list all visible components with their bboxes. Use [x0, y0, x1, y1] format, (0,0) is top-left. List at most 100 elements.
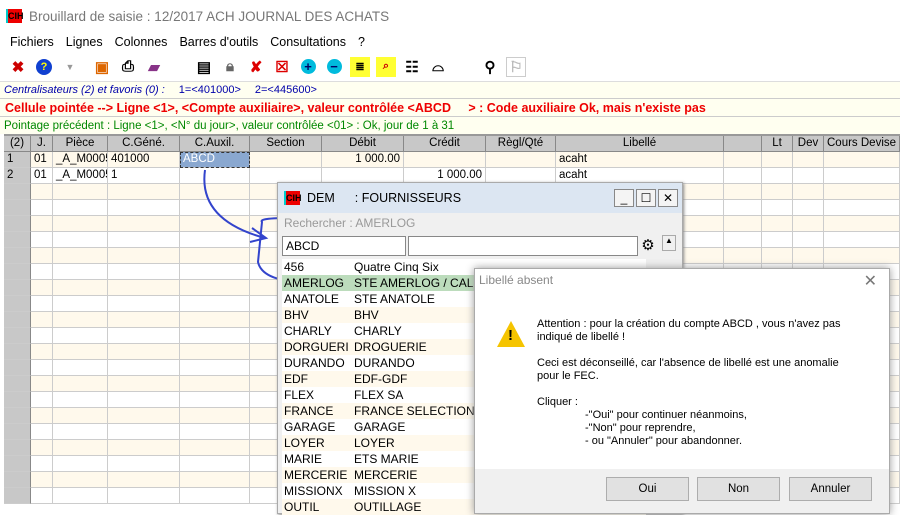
grid-cell[interactable] [53, 440, 108, 456]
lock-icon[interactable]: 🔒︎ [220, 57, 240, 77]
grid-cell[interactable]: 401000 [108, 152, 180, 168]
grid-cell[interactable] [180, 280, 250, 296]
grid-cell[interactable] [724, 232, 762, 248]
column-header[interactable]: Dev [793, 136, 824, 152]
grid-cell[interactable] [31, 488, 53, 504]
grid-cell[interactable] [180, 200, 250, 216]
grid-cell[interactable] [793, 152, 824, 168]
grid-cell[interactable] [108, 488, 180, 504]
grid-cell[interactable] [793, 232, 824, 248]
menu-colonnes[interactable]: Colonnes [109, 35, 174, 49]
grid-cell[interactable] [53, 328, 108, 344]
grid-cell[interactable] [108, 232, 180, 248]
grid-cell[interactable] [724, 200, 762, 216]
grid-cell[interactable] [4, 328, 31, 344]
grid-cell[interactable]: 2 [4, 168, 31, 184]
grid-cell[interactable] [762, 232, 793, 248]
grid-cell[interactable] [4, 296, 31, 312]
grid-cell[interactable] [824, 200, 900, 216]
grid-cell[interactable] [108, 216, 180, 232]
grid-cell[interactable] [4, 424, 31, 440]
grid-cell[interactable] [250, 152, 322, 168]
grid-cell[interactable] [53, 360, 108, 376]
column-header[interactable]: Pièce [53, 136, 108, 152]
grid-cell[interactable] [4, 312, 31, 328]
column-header[interactable]: Règl/Qté [486, 136, 556, 152]
grid-cell[interactable] [180, 312, 250, 328]
grid-cell[interactable] [4, 456, 31, 472]
grid-cell[interactable] [53, 200, 108, 216]
grid-cell[interactable] [31, 360, 53, 376]
grid-cell[interactable] [108, 296, 180, 312]
dialog-close-icon[interactable]: ✕ [864, 271, 877, 291]
grid-cell[interactable] [180, 216, 250, 232]
grid-cell[interactable] [724, 168, 762, 184]
grid-cell[interactable]: _A_M0005 [53, 152, 108, 168]
grid-cell[interactable] [4, 472, 31, 488]
grid-cell[interactable]: ABCD [180, 152, 250, 168]
grid-cell[interactable]: 1 [108, 168, 180, 184]
help-icon[interactable]: ? [34, 57, 54, 77]
print-icon[interactable]: ⎙ [118, 57, 138, 77]
minus-icon[interactable]: − [324, 57, 344, 77]
code-input[interactable] [282, 236, 406, 256]
column-header[interactable]: Section [250, 136, 322, 152]
close-button[interactable]: ✕ [658, 189, 678, 207]
grid-cell[interactable] [180, 184, 250, 200]
maximize-button[interactable]: ☐ [636, 189, 656, 207]
grid-cell[interactable] [31, 216, 53, 232]
non-button[interactable]: Non [697, 477, 780, 501]
grid-cell[interactable] [31, 232, 53, 248]
column-header[interactable]: J. [31, 136, 53, 152]
column-header[interactable]: C.Auxil. [180, 136, 250, 152]
oui-button[interactable]: Oui [606, 477, 689, 501]
grid-cell[interactable] [4, 280, 31, 296]
grid-cell[interactable] [108, 408, 180, 424]
grid-cell[interactable] [4, 408, 31, 424]
grid-cell[interactable]: acaht [556, 152, 724, 168]
grid-cell[interactable] [108, 184, 180, 200]
grid-cell[interactable] [4, 248, 31, 264]
column-header[interactable]: Crédit [404, 136, 486, 152]
grid-cell[interactable] [53, 376, 108, 392]
grid-cell[interactable] [762, 168, 793, 184]
column-header[interactable]: Débit [322, 136, 404, 152]
list-icon[interactable]: ▤ [194, 57, 214, 77]
menu-consultations[interactable]: Consultations [264, 35, 352, 49]
grid-cell[interactable] [180, 456, 250, 472]
grid-cell[interactable] [762, 184, 793, 200]
menu-barres-outils[interactable]: Barres d'outils [173, 35, 264, 49]
grid-cell[interactable] [53, 248, 108, 264]
grid-cell[interactable] [53, 216, 108, 232]
grid-cell[interactable] [180, 424, 250, 440]
grid-cell[interactable] [180, 232, 250, 248]
column-header[interactable]: (2) [4, 136, 31, 152]
glasses-icon[interactable]: ⌓ [428, 57, 448, 77]
grid-cell[interactable] [724, 248, 762, 264]
minimize-button[interactable]: _ [614, 189, 634, 207]
book-icon[interactable]: ▰ [144, 57, 164, 77]
grid-cell[interactable] [108, 312, 180, 328]
close-icon[interactable]: ✖ [8, 57, 28, 77]
annuler-button[interactable]: Annuler [789, 477, 872, 501]
grid-cell[interactable] [180, 168, 250, 184]
grid-cell[interactable] [31, 392, 53, 408]
grid-cell[interactable] [4, 344, 31, 360]
grid-cell[interactable] [53, 232, 108, 248]
grid-cell[interactable] [108, 456, 180, 472]
grid-cell[interactable] [4, 216, 31, 232]
grid-cell[interactable] [4, 360, 31, 376]
grid-cell[interactable] [108, 248, 180, 264]
label-input[interactable] [408, 236, 638, 256]
grid-cell[interactable] [824, 152, 900, 168]
grid-cell[interactable] [762, 152, 793, 168]
grid-cell[interactable] [762, 216, 793, 232]
grid-cell[interactable] [108, 200, 180, 216]
column-header[interactable]: Cours Devise [824, 136, 900, 152]
grid-cell[interactable] [31, 248, 53, 264]
grid-cell[interactable] [4, 488, 31, 504]
grid-cell[interactable] [180, 472, 250, 488]
grid-cell[interactable] [180, 440, 250, 456]
grid-cell[interactable] [793, 168, 824, 184]
grid-cell[interactable] [824, 168, 900, 184]
